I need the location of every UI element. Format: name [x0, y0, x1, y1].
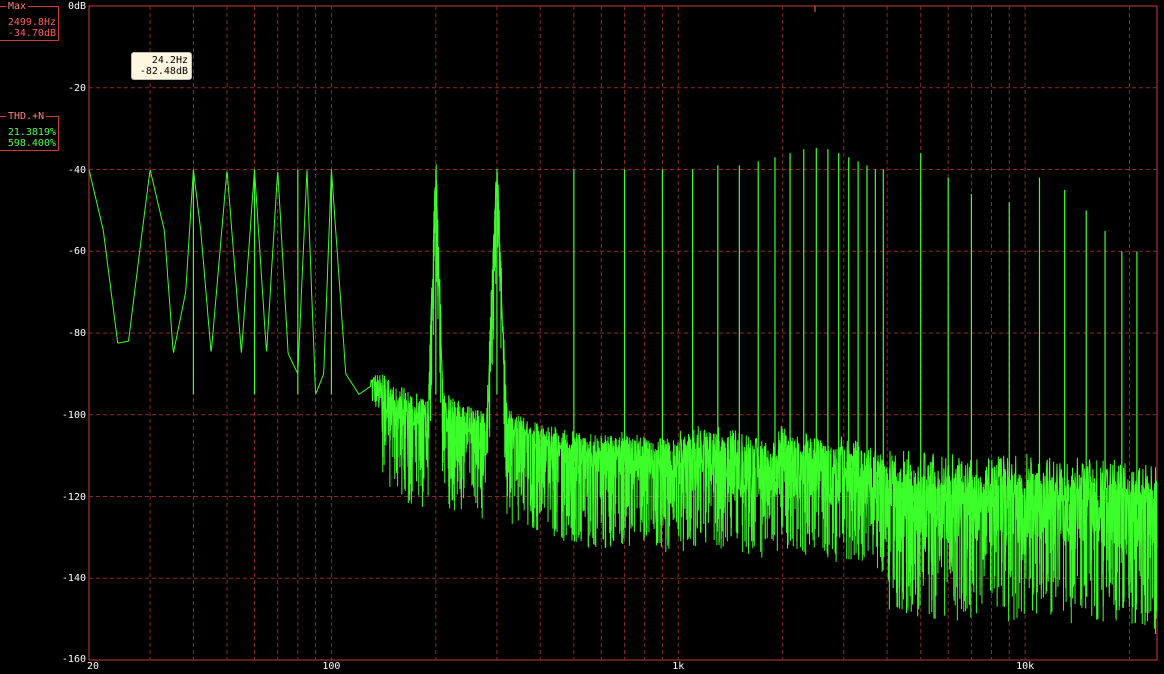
spectrum-plot[interactable]: [0, 0, 1164, 674]
y-tick-label: -40: [67, 164, 86, 176]
y-tick-label: -60: [67, 246, 86, 258]
y-tick-label: -120: [61, 491, 86, 503]
cursor-level: -82.48dB: [139, 66, 188, 77]
max-readout: Max 2499.8Hz -34.70dB: [0, 1, 59, 41]
x-tick-label: 10k: [1016, 661, 1035, 672]
cursor-tooltip: 24.2Hz -82.48dB: [131, 52, 192, 80]
thd-value-2: 598.400%: [7, 138, 56, 149]
thd-value-1: 21.3819%: [7, 127, 56, 138]
cursor-frequency: 24.2Hz: [151, 55, 188, 66]
max-frequency: 2499.8Hz: [7, 17, 56, 28]
thd-readout: THD.+N 21.3819% 598.400%: [0, 111, 59, 151]
x-tick-label: 20: [86, 661, 100, 672]
max-level: -34.70dB: [7, 28, 56, 39]
max-readout-title: Max: [6, 1, 29, 12]
thd-readout-title: THD.+N: [6, 111, 47, 122]
y-tick-label: 0dB: [67, 1, 86, 12]
y-tick-label: -140: [61, 573, 86, 585]
y-tick-label: -20: [67, 82, 86, 94]
x-tick-label: 100: [322, 661, 341, 672]
y-tick-label: -100: [61, 409, 86, 421]
y-tick-label: -160: [61, 654, 86, 665]
y-tick-label: -80: [67, 328, 86, 339]
x-tick-label: 1k: [672, 661, 685, 672]
